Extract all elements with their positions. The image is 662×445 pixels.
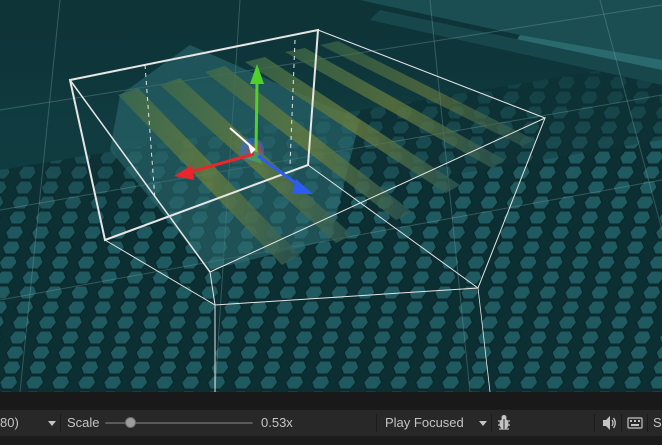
game-view-toolbar: 80) Scale 0.53x Play Focused S bbox=[0, 409, 662, 436]
chevron-down-icon bbox=[48, 421, 56, 427]
resolution-dropdown-caret[interactable] bbox=[48, 410, 56, 436]
bug-icon[interactable] bbox=[496, 410, 512, 436]
toolbar-divider bbox=[60, 414, 61, 432]
speaker-icon[interactable] bbox=[601, 410, 617, 436]
toolbar-divider bbox=[647, 414, 648, 432]
toolbar-divider bbox=[376, 414, 377, 432]
viewport-divider bbox=[0, 392, 662, 409]
play-mode-dropdown[interactable]: Play Focused bbox=[385, 410, 464, 436]
keyboard-icon[interactable] bbox=[627, 410, 643, 436]
chevron-down-icon bbox=[479, 421, 487, 427]
toolbar-divider bbox=[621, 414, 622, 432]
resolution-dropdown-label[interactable]: 80) bbox=[0, 410, 19, 436]
play-mode-caret[interactable] bbox=[479, 410, 487, 436]
scene-viewport[interactable] bbox=[0, 0, 662, 392]
scale-label: Scale bbox=[67, 415, 100, 430]
scale-value: 0.53x bbox=[261, 415, 293, 430]
scale-slider-thumb[interactable] bbox=[124, 417, 136, 428]
toolbar-divider bbox=[491, 414, 492, 432]
stats-button[interactable]: S bbox=[653, 410, 662, 436]
toolbar-divider bbox=[594, 414, 595, 432]
